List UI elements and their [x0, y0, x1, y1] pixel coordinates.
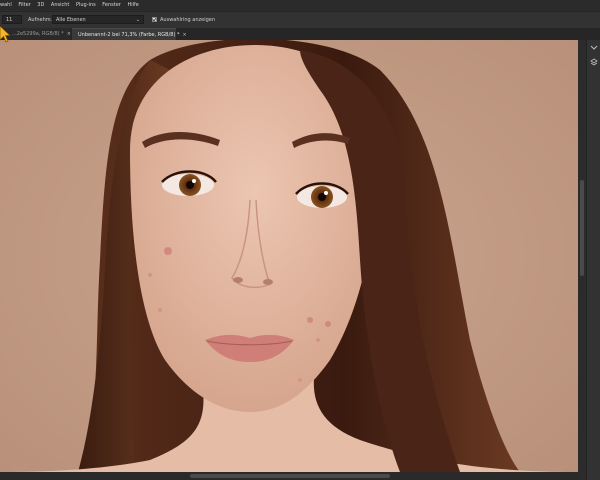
menu-list: wahl Filter 3D Ansicht Plug-ins Fenster …: [0, 0, 144, 11]
menu-item-wahl[interactable]: wahl: [0, 0, 12, 11]
menu-item-hilfe[interactable]: Hilfe: [127, 0, 138, 11]
menu-item-ansicht[interactable]: Ansicht: [51, 0, 69, 11]
horizontal-scroll-thumb[interactable]: [190, 474, 390, 478]
menu-item-filter[interactable]: Filter: [18, 0, 30, 11]
tab-document-2-label: Unbenannt-2 bei 71,3% (Farbe, RGB/8) *: [78, 32, 180, 38]
panel-collapse-icon[interactable]: [590, 44, 598, 52]
vertical-scrollbar[interactable]: [578, 40, 586, 480]
checkmark-icon: [152, 17, 157, 22]
menu-item-3d[interactable]: 3D: [37, 0, 44, 11]
sample-dropdown-value: Alle Ebenen: [56, 17, 86, 23]
sample-dropdown[interactable]: Alle Ebenen ⌄: [52, 15, 144, 24]
document-tab-bar: ...2e5299a, RGB/8) * × Unbenannt-2 bei 71…: [0, 28, 600, 40]
tab-document-1[interactable]: ...2e5299a, RGB/8) * ×: [6, 28, 71, 40]
tool-size-field[interactable]: 11: [2, 15, 22, 24]
horizontal-scrollbar[interactable]: [0, 472, 578, 480]
options-bar: 11 Aufnehm.: Alle Ebenen ⌄ Auswahlring a…: [0, 11, 600, 29]
pointer-cursor-icon: [0, 26, 11, 43]
document-canvas[interactable]: [0, 40, 578, 472]
right-panel-dock: [586, 40, 600, 480]
chevron-down-icon: ⌄: [135, 17, 140, 23]
portrait-photo: [0, 40, 578, 472]
close-icon[interactable]: ×: [183, 32, 187, 38]
layers-icon[interactable]: [590, 58, 598, 66]
auswahlring-checkbox[interactable]: [152, 17, 157, 22]
menu-item-fenster[interactable]: Fenster: [102, 0, 121, 11]
close-icon[interactable]: ×: [67, 31, 71, 37]
menu-item-plugins[interactable]: Plug-ins: [76, 0, 96, 11]
tab-document-2[interactable]: Unbenannt-2 bei 71,3% (Farbe, RGB/8) * ×: [72, 28, 187, 40]
menu-bar: wahl Filter 3D Ansicht Plug-ins Fenster …: [0, 0, 600, 11]
auswahlring-label: Auswahlring anzeigen: [160, 17, 216, 23]
vertical-scroll-thumb[interactable]: [580, 180, 584, 276]
aufnehmen-label: Aufnehm.:: [28, 17, 54, 23]
tab-document-1-label: ...2e5299a, RGB/8) *: [12, 31, 64, 37]
